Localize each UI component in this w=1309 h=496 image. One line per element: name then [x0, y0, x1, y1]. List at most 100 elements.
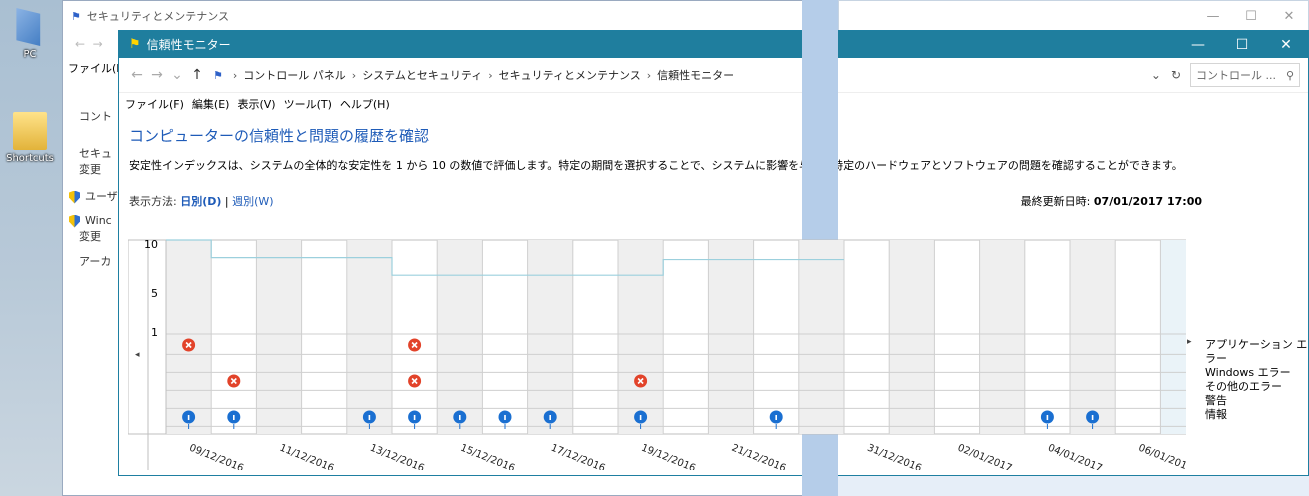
view-separator: |	[221, 195, 233, 208]
back-item[interactable]: 変更	[79, 162, 101, 178]
desktop-icon-shortcuts[interactable]: Shortcuts	[2, 112, 58, 164]
chevron-right-icon[interactable]: ›	[352, 69, 356, 82]
x-tick-label: 21/12/2016	[730, 443, 788, 470]
breadcrumb-reliability-monitor[interactable]: 信頼性モニター	[657, 67, 734, 83]
maximize-button[interactable]: ☐	[1232, 9, 1270, 24]
menu-edit[interactable]: 編集(E)	[192, 96, 230, 112]
legend-windows-error: Windows エラー	[1205, 366, 1291, 379]
back-item[interactable]: アーカ	[79, 254, 111, 270]
computer-icon	[16, 8, 41, 46]
back-item-windows[interactable]: Winc	[69, 213, 112, 229]
info-icon-mark	[504, 415, 506, 420]
view-weekly-link[interactable]: 週別(W)	[232, 195, 273, 208]
chart-shaded-column	[527, 240, 573, 434]
back-item[interactable]: セキュ	[79, 146, 112, 162]
back-arrow-icon[interactable]: ←	[127, 67, 147, 83]
search-placeholder: コントロール ...	[1196, 69, 1276, 82]
page-description: 安定性インデックスは、システムの全体的な安定性を 1 から 10 の数値で評価し…	[129, 159, 1183, 172]
scroll-left-arrow-icon[interactable]: ◂	[135, 350, 140, 360]
chart-plot-area	[165, 239, 1186, 435]
window-title: 信頼性モニター	[146, 38, 231, 52]
search-input[interactable]: コントロール ... ⚲	[1190, 63, 1300, 87]
desktop-icon-label: Shortcuts	[6, 153, 54, 164]
x-tick-label: 13/12/2016	[368, 443, 426, 470]
chart-shaded-column	[256, 240, 302, 434]
chart-shaded-column	[346, 240, 392, 434]
right-window-controls: — ☐ ✕	[839, 1, 1308, 31]
back-item[interactable]: コント	[79, 109, 112, 125]
address-tools: ⌄ ↻	[1146, 68, 1186, 82]
right-panel-bottom	[838, 476, 1309, 496]
chevron-right-icon[interactable]: ›	[488, 69, 492, 82]
info-icon-mark	[549, 415, 551, 420]
shield-icon	[69, 190, 80, 204]
chart-legend: ▸ アプリケーション エラー Windows エラー その他のエラー 警告 情報	[1187, 337, 1309, 422]
chart-y-axis-area	[128, 239, 167, 435]
legend-information: 情報	[1205, 408, 1227, 421]
x-tick-label: 17/12/2016	[549, 443, 607, 470]
x-tick-label: 11/12/2016	[278, 443, 336, 470]
chart-today-column	[1160, 240, 1186, 434]
forward-arrow-icon[interactable]: →	[147, 67, 167, 83]
menu-file[interactable]: ファイル(F)	[125, 96, 184, 112]
desktop-icon-pc[interactable]: PC	[2, 8, 58, 60]
legend-application-error: アプリケーション エラー	[1205, 338, 1308, 365]
up-arrow-icon[interactable]: ↑	[187, 67, 207, 83]
x-tick-label: 19/12/2016	[639, 443, 697, 470]
close-button[interactable]: ✕	[1264, 37, 1308, 53]
last-updated-label: 最終更新日時:	[1020, 195, 1091, 208]
window-controls: — ☐ ✕	[1176, 37, 1308, 53]
menu-tools[interactable]: ツール(T)	[284, 96, 332, 112]
maximize-button[interactable]: ☐	[1220, 37, 1264, 53]
scroll-right-arrow-icon[interactable]: ▸	[1187, 335, 1192, 349]
info-icon-mark	[1046, 415, 1049, 420]
legend-warning: 警告	[1205, 394, 1227, 407]
info-icon-mark	[368, 415, 371, 420]
y-tick-label: 10	[144, 238, 158, 251]
menu-view[interactable]: 表示(V)	[237, 96, 275, 112]
chart-shaded-column	[979, 240, 1025, 434]
x-tick-label: 02/01/2017	[956, 443, 1014, 470]
minimize-button[interactable]: —	[1176, 37, 1220, 53]
chart-shaded-column	[708, 240, 754, 434]
titlebar[interactable]: ⚑ 信頼性モニター — ☐ ✕	[119, 31, 1308, 58]
breadcrumb-system-security[interactable]: システムとセキュリティ	[362, 67, 482, 83]
view-label: 表示方法:	[129, 195, 177, 208]
view-daily-link[interactable]: 日別(D)	[180, 195, 221, 208]
info-icon-mark	[459, 415, 461, 420]
flag-icon: ⚑	[213, 68, 223, 82]
back-item-label: ユーザ	[85, 190, 118, 203]
back-window-titlebar[interactable]: ⚑ セキュリティとメンテナンス	[63, 1, 821, 31]
back-item-user[interactable]: ユーザ	[69, 189, 118, 205]
breadcrumb-security-maintenance[interactable]: セキュリティとメンテナンス	[499, 67, 641, 83]
chevron-down-icon[interactable]: ⌄	[1151, 68, 1161, 82]
menu-help[interactable]: ヘルプ(H)	[340, 96, 390, 112]
close-button[interactable]: ✕	[1270, 9, 1308, 24]
page-title: コンピューターの信頼性と問題の履歴を確認	[129, 127, 430, 145]
chart-shaded-column	[618, 240, 664, 434]
info-icon-mark	[413, 415, 416, 420]
x-tick-label: 06/01/2017	[1137, 443, 1186, 470]
info-icon-mark	[233, 415, 235, 420]
reliability-chart[interactable]: 10 5 1 09/12/2016 11/12/2016 13/12/2016 15/12/…	[128, 238, 1186, 470]
last-updated-value: 07/01/2017 17:00	[1093, 195, 1202, 208]
chevron-right-icon[interactable]: ›	[233, 69, 237, 82]
info-icon-mark	[1091, 415, 1094, 420]
chart-shaded-column	[889, 240, 935, 434]
refresh-icon[interactable]: ↻	[1171, 68, 1181, 82]
breadcrumb-control-panel[interactable]: コントロール パネル	[243, 67, 346, 83]
address-field[interactable]: ⚑ › コントロール パネル › システムとセキュリティ › セキュリティとメン…	[213, 63, 1146, 87]
back-window-title: セキュリティとメンテナンス	[86, 10, 229, 23]
flag-icon: ⚑	[129, 37, 141, 52]
menu-bar: ファイル(F) 編集(E) 表示(V) ツール(T) ヘルプ(H)	[119, 93, 1308, 115]
folder-icon	[13, 112, 47, 150]
content-area: コンピューターの信頼性と問題の履歴を確認 安定性インデックスは、システムの全体的…	[119, 125, 1308, 215]
info-icon-mark	[639, 415, 642, 420]
minimize-button[interactable]: —	[1194, 9, 1232, 24]
recent-chevron-icon[interactable]: ⌄	[167, 67, 187, 83]
back-item[interactable]: 変更	[79, 229, 101, 245]
back-item-label: Winc	[85, 214, 112, 227]
chart-shaded-column	[798, 240, 844, 434]
search-icon: ⚲	[1285, 68, 1294, 82]
chevron-right-icon[interactable]: ›	[647, 69, 651, 82]
